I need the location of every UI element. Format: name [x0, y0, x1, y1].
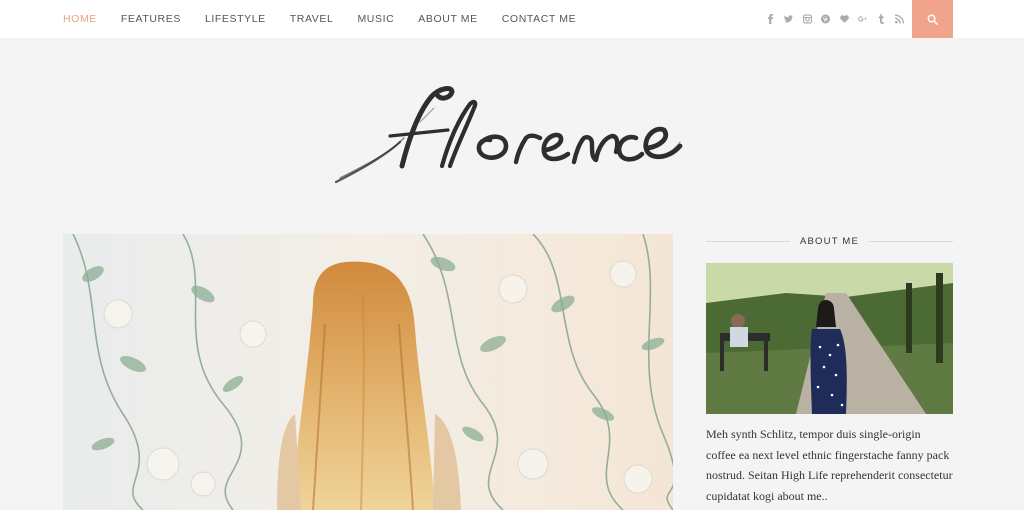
top-navigation-bar: HOME FEATURES LIFESTYLE TRAVEL MUSIC ABO… [0, 0, 1024, 38]
tumblr-icon[interactable] [877, 14, 886, 24]
sidebar: ABOUT ME Meh synth Schlitz, tempor duis … [706, 234, 954, 503]
facebook-icon[interactable] [766, 14, 775, 24]
bloglovin-heart-icon[interactable] [839, 14, 849, 24]
nav-item-music[interactable]: MUSIC [357, 13, 394, 25]
twitter-icon[interactable] [784, 14, 793, 24]
about-me-widget-heading: ABOUT ME [706, 234, 954, 248]
nav-item-travel[interactable]: TRAVEL [290, 13, 334, 25]
site-logo[interactable]: florence [330, 82, 690, 192]
nav-item-home[interactable]: HOME [63, 13, 97, 25]
instagram-icon[interactable] [802, 14, 812, 24]
nav-item-about-me[interactable]: ABOUT ME [418, 13, 477, 25]
heading-divider-right [869, 240, 954, 242]
nav-item-features[interactable]: FEATURES [121, 13, 181, 25]
about-me-title: ABOUT ME [799, 235, 860, 247]
search-icon [927, 14, 938, 25]
search-button[interactable] [912, 0, 953, 38]
about-me-image [706, 263, 953, 414]
social-links [756, 0, 904, 38]
hero-image[interactable] [63, 234, 673, 510]
google-plus-icon[interactable] [858, 14, 867, 24]
about-me-text: Meh synth Schlitz, tempor duis single-or… [706, 427, 953, 503]
pinterest-icon[interactable] [821, 14, 830, 24]
nav-item-contact-me[interactable]: CONTACT ME [502, 13, 576, 25]
nav-item-lifestyle[interactable]: LIFESTYLE [205, 13, 266, 25]
logo-text: florence [330, 82, 334, 83]
main-menu: HOME FEATURES LIFESTYLE TRAVEL MUSIC ABO… [63, 0, 600, 38]
heading-divider-left [706, 240, 790, 242]
rss-icon[interactable] [895, 14, 904, 24]
